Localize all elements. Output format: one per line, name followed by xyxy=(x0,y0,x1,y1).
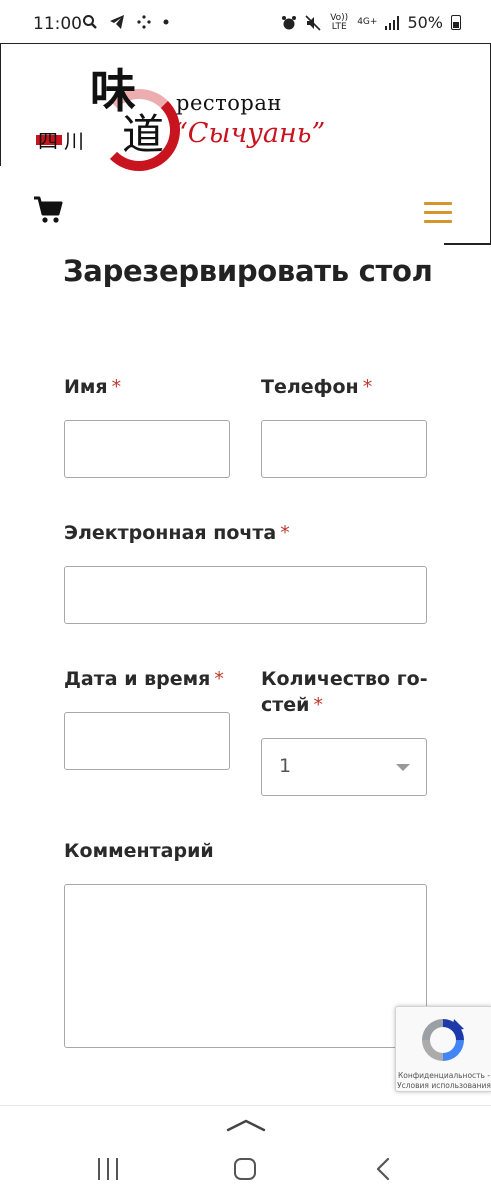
site-header: 味 道 四川 ресторан “Сычуань” xyxy=(0,43,491,245)
guests-label-line1: Количество го- xyxy=(261,666,428,692)
status-time: 11:00 xyxy=(33,14,82,34)
chevron-up-icon[interactable] xyxy=(226,1118,266,1132)
dot-icon xyxy=(162,14,170,30)
guests-select-value: 1 xyxy=(279,755,291,777)
battery-icon xyxy=(451,15,461,30)
required-mark: * xyxy=(214,668,224,690)
required-mark: * xyxy=(363,376,373,398)
phone-label: Телефон* xyxy=(261,374,372,400)
network-indicator: 4G+ xyxy=(357,18,377,27)
logo-word: ресторан xyxy=(176,91,282,115)
email-input[interactable] xyxy=(64,566,427,624)
required-mark: * xyxy=(280,522,290,544)
guests-label-line2: стей xyxy=(261,694,309,716)
cart-icon[interactable] xyxy=(33,196,63,224)
recaptcha-privacy-link[interactable]: Конфиденциальность - xyxy=(396,1071,491,1081)
page-title: Зарезервировать стол xyxy=(63,254,433,288)
recaptcha-terms-link[interactable]: Условия использования xyxy=(396,1081,491,1091)
recent-bar xyxy=(107,1158,109,1180)
datetime-label: Дата и время* xyxy=(64,666,224,692)
name-input[interactable] xyxy=(64,420,230,478)
name-label-text: Имя xyxy=(64,376,108,398)
header-bottom-rule xyxy=(444,243,491,245)
logo-name: “Сычуань” xyxy=(174,118,325,149)
recent-apps-icon[interactable] xyxy=(96,1158,120,1180)
email-label-text: Электронная почта xyxy=(64,522,276,544)
menu-line xyxy=(424,202,452,205)
comment-label: Комментарий xyxy=(64,838,214,864)
logo-char-way: 道 xyxy=(122,101,164,162)
recent-bar xyxy=(98,1158,100,1180)
battery-percent: 50% xyxy=(407,13,443,32)
volte-indicator: Vo)) LTE xyxy=(329,14,349,32)
chevron-down-icon xyxy=(396,764,410,771)
alarm-icon xyxy=(281,15,297,31)
menu-line xyxy=(424,220,452,223)
restaurant-logo[interactable]: 味 道 四川 ресторан “Сычуань” xyxy=(36,61,376,171)
required-mark: * xyxy=(313,694,323,716)
guests-label-line2-wrap: стей* xyxy=(261,692,428,718)
recaptcha-badge[interactable]: Конфиденциальность - Условия использован… xyxy=(395,1006,491,1092)
mute-icon xyxy=(305,15,321,31)
datetime-input[interactable] xyxy=(64,712,230,770)
system-nav-bar xyxy=(0,1105,491,1201)
guests-select[interactable]: 1 xyxy=(261,738,427,796)
signal-icon xyxy=(385,16,399,30)
hamburger-menu-icon[interactable] xyxy=(424,202,452,224)
required-mark: * xyxy=(112,376,122,398)
dots-icon xyxy=(136,14,152,30)
telegram-icon xyxy=(109,14,125,30)
status-right: Vo)) LTE 4G+ 50% xyxy=(281,13,461,32)
back-icon[interactable] xyxy=(372,1157,396,1181)
email-label: Электронная почта* xyxy=(64,520,290,546)
recaptcha-icon xyxy=(418,1015,468,1065)
search-icon xyxy=(82,14,98,30)
status-left-icons xyxy=(82,12,170,30)
phone-input[interactable] xyxy=(261,420,427,478)
phone-label-text: Телефон xyxy=(261,376,359,398)
recent-bar xyxy=(116,1158,118,1180)
guests-label: Количество го- стей* xyxy=(261,666,428,718)
menu-line xyxy=(424,211,452,214)
comment-textarea[interactable] xyxy=(64,884,427,1048)
home-icon[interactable] xyxy=(234,1158,256,1180)
logo-char-sichuan: 四川 xyxy=(38,125,90,154)
comment-label-text: Комментарий xyxy=(64,840,214,862)
recaptcha-links: Конфиденциальность - Условия использован… xyxy=(396,1071,491,1091)
datetime-label-text: Дата и время xyxy=(64,668,210,690)
name-label: Имя* xyxy=(64,374,121,400)
